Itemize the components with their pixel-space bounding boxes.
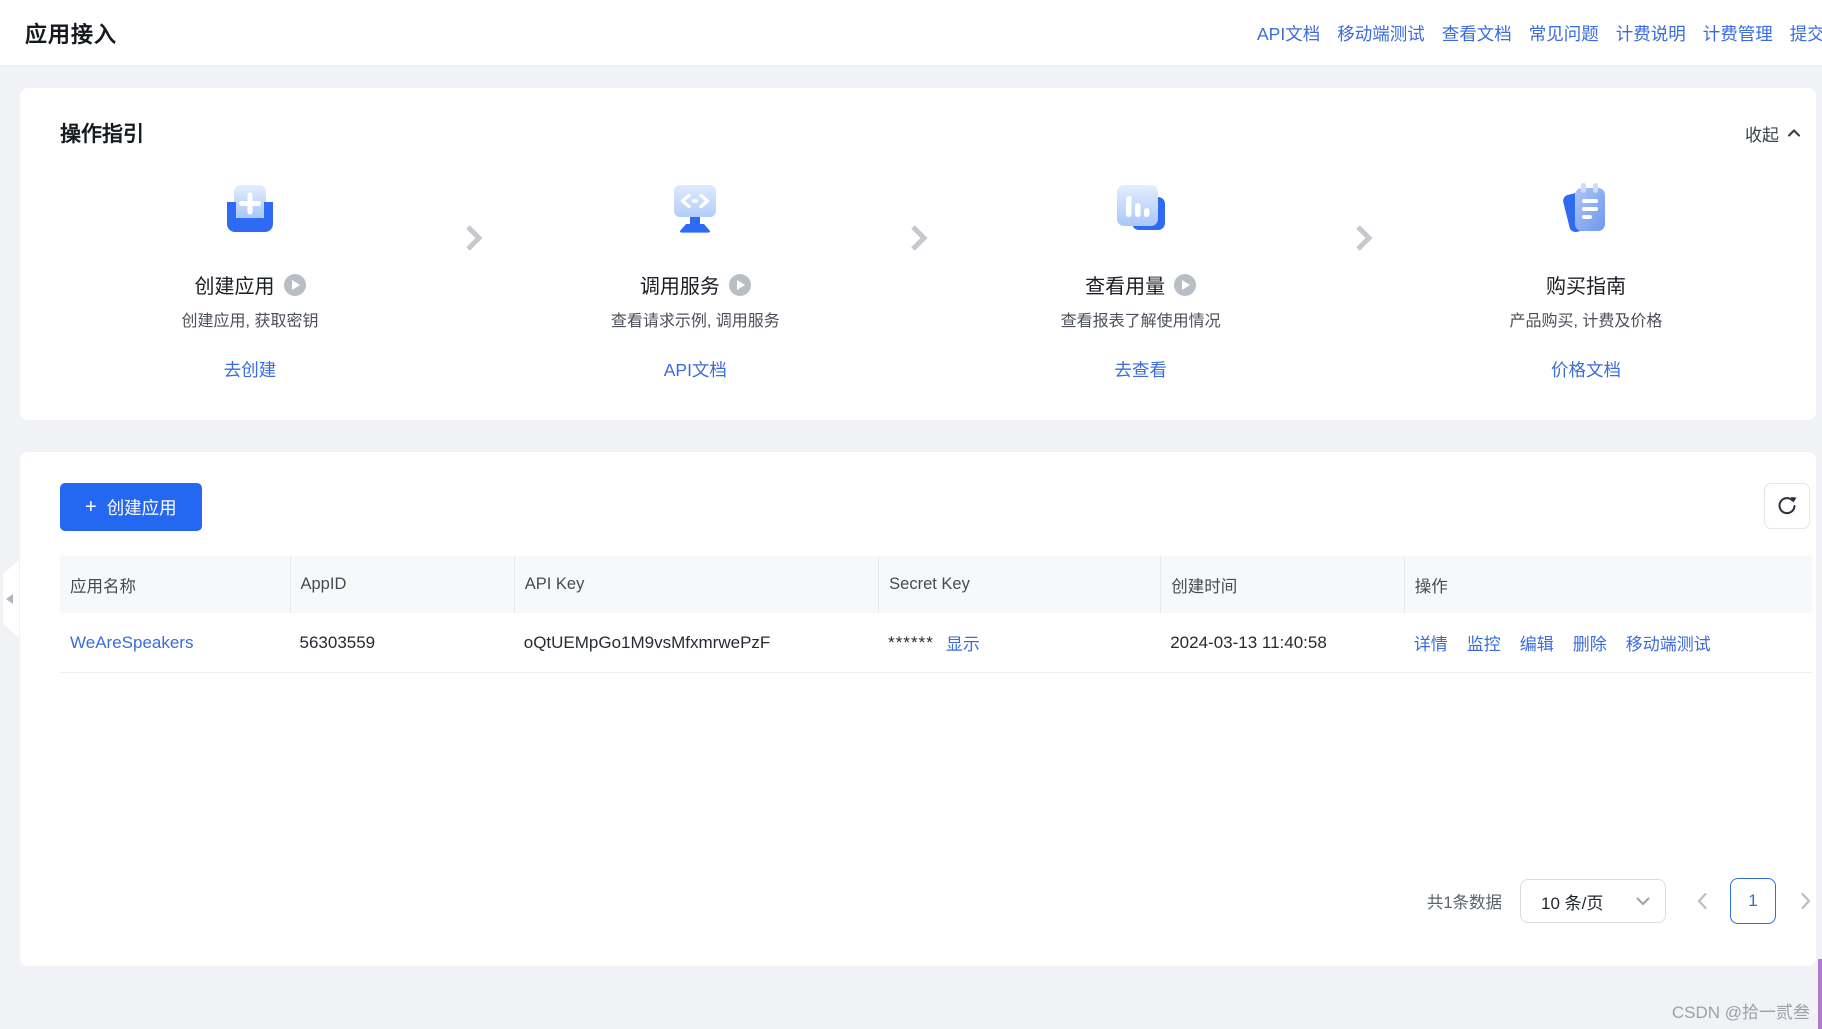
drawer-collapse-handle[interactable] [3,560,19,638]
nav-link-view-doc[interactable]: 查看文档 [1442,21,1512,46]
action-monitor[interactable]: 监控 [1467,630,1501,655]
action-detail[interactable]: 详情 [1414,630,1448,655]
col-header-name: 应用名称 [70,577,136,596]
collapse-button[interactable]: 收起 [1745,121,1802,146]
nav-link-billing-manage[interactable]: 计费管理 [1703,21,1773,46]
secret-key-masked: ****** [888,632,934,652]
apps-card: + 创建应用 应用名称 AppID API Key Secret Key 创建时… [20,452,1816,966]
table-header-row: 应用名称 AppID API Key Secret Key 创建时间 操作 [60,556,1812,613]
refresh-button[interactable] [1764,483,1810,529]
col-header-appid: AppID [289,556,514,613]
col-header-actions: 操作 [1403,556,1812,613]
pagination-total: 共1条数据 [1426,894,1502,912]
play-video-icon[interactable] [1174,273,1197,296]
create-app-button-label: 创建应用 [106,497,177,518]
step-desc: 创建应用, 获取密钥 [181,313,319,330]
table-row: WeAreSpeakers 56303559 oQtUEMpGo1M9vsMfx… [60,613,1812,673]
step-title: 调用服务 [639,276,720,298]
step-link-create[interactable]: 去创建 [224,357,277,382]
step-call-service: 调用服务 查看请求示例, 调用服务 API文档 [505,180,885,382]
collapse-label: 收起 [1745,125,1779,145]
chevron-up-icon [1787,129,1801,137]
step-purchase-guide: 购买指南 产品购买, 计费及价格 价格文档 [1396,180,1776,382]
pagination: 共1条数据 10 条/页 1 [1427,878,1812,924]
page-number-button[interactable]: 1 [1730,878,1776,924]
guide-title: 操作指引 [60,123,144,146]
call-service-icon [674,185,717,233]
page-size-select[interactable]: 10 条/页 [1520,879,1666,923]
page-size-value: 10 条/页 [1541,893,1604,913]
chevron-down-icon [1636,897,1650,905]
nav-link-faq[interactable]: 常见问题 [1529,21,1599,46]
col-header-apikey: API Key [513,556,878,613]
step-create-app: 创建应用 创建应用, 获取密钥 去创建 [60,180,440,382]
api-key-value: oQtUEMpGo1M9vsMfxmrwePzF [523,632,771,652]
watermark-text: CSDN @拾一贰叁 [1671,1003,1810,1022]
guide-card: 操作指引 收起 创建应用 创建应用, 获取密钥 去创建 调用服务 查看请求示例,… [20,88,1816,420]
action-edit[interactable]: 编辑 [1520,630,1554,655]
nav-link-submit-ticket[interactable]: 提交工单 [1790,21,1822,46]
app-name-link[interactable]: WeAreSpeakers [70,633,193,653]
apps-table: 应用名称 AppID API Key Secret Key 创建时间 操作 We… [60,556,1812,673]
app-id-value: 56303559 [299,632,376,652]
step-desc: 查看请求示例, 调用服务 [610,313,780,330]
top-nav: API文档 移动端测试 查看文档 常见问题 计费说明 计费管理 提交工单 [1257,0,1822,66]
step-arrow-icon [440,224,505,252]
play-video-icon[interactable] [728,273,751,296]
action-mobile-test[interactable]: 移动端测试 [1626,630,1711,655]
step-arrow-icon [1331,224,1396,252]
top-bar: 应用接入 API文档 移动端测试 查看文档 常见问题 计费说明 计费管理 提交工… [0,0,1822,66]
create-app-icon [227,185,273,232]
purchase-guide-icon [1563,183,1605,233]
refresh-icon [1778,497,1797,515]
step-title: 查看用量 [1085,276,1166,298]
play-video-icon[interactable] [283,273,306,296]
edge-decoration [1818,959,1822,1029]
create-app-button[interactable]: + 创建应用 [60,483,202,531]
col-header-secret: Secret Key [878,556,1160,613]
step-desc: 产品购买, 计费及价格 [1509,313,1663,330]
prev-page-button[interactable] [1696,892,1708,910]
plus-icon: + [85,496,97,518]
created-time-value: 2024-03-13 11:40:58 [1170,632,1327,652]
col-header-created: 创建时间 [1160,556,1404,613]
action-delete[interactable]: 删除 [1573,630,1607,655]
page-title: 应用接入 [25,21,118,47]
usage-chart-icon [1116,185,1165,230]
guide-steps: 创建应用 创建应用, 获取密钥 去创建 调用服务 查看请求示例, 调用服务 AP… [20,180,1816,382]
step-link-view-usage[interactable]: 去查看 [1114,357,1167,382]
nav-link-billing-desc[interactable]: 计费说明 [1616,21,1686,46]
nav-link-api-doc[interactable]: API文档 [1257,21,1320,46]
step-view-usage: 查看用量 查看报表了解使用情况 去查看 [951,180,1331,382]
nav-link-mobile-test[interactable]: 移动端测试 [1337,21,1425,46]
step-title: 购买指南 [1545,276,1626,298]
step-title: 创建应用 [194,276,275,298]
step-desc: 查看报表了解使用情况 [1060,313,1221,330]
step-arrow-icon [885,224,950,252]
next-page-button[interactable] [1800,892,1812,910]
show-secret-link[interactable]: 显示 [946,630,980,655]
step-link-api-doc[interactable]: API文档 [664,357,727,382]
step-link-price-doc[interactable]: 价格文档 [1551,357,1621,382]
